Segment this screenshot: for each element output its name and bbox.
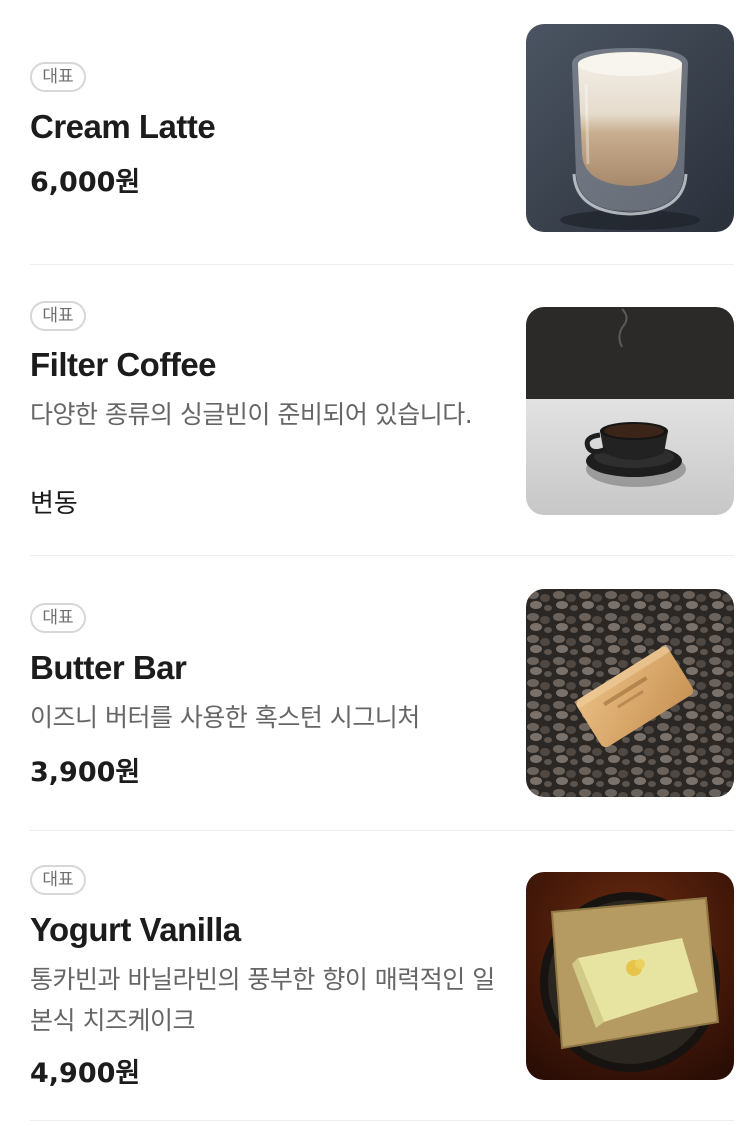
butter-bar-image [526, 589, 734, 797]
menu-item-filter-coffee[interactable]: 대표 Filter Coffee 다양한 종류의 싱글빈이 준비되어 있습니다.… [30, 265, 734, 556]
menu-item-butter-bar[interactable]: 대표 Butter Bar 이즈니 버터를 사용한 혹스턴 시그니처 3,900… [30, 556, 734, 831]
menu-item-description: 이즈니 버터를 사용한 혹스턴 시그니처 [30, 703, 420, 732]
menu-item-name: Yogurt Vanilla [30, 911, 241, 948]
cream-latte-image [526, 24, 734, 232]
menu-item-image [526, 307, 734, 515]
menu-item-price: 변동 [30, 489, 78, 519]
signature-badge: 대표 [30, 865, 86, 895]
menu-list: 대표 Cream Latte 6,000원 대표 Filter Coffee 다… [0, 0, 754, 1126]
menu-item-name: Filter Coffee [30, 346, 217, 383]
yogurt-vanilla-image [526, 872, 734, 1080]
signature-badge: 대표 [30, 62, 86, 92]
menu-item-image [526, 24, 734, 232]
menu-item-price: 6,000원 [30, 167, 141, 198]
menu-item-yogurt-vanilla[interactable]: 대표 Yogurt Vanilla 통카빈과 바닐라빈의 풍부한 향이 매력적인… [30, 831, 734, 1121]
filter-coffee-image [526, 307, 734, 515]
menu-item-image [526, 872, 734, 1080]
menu-item-price: 4,900원 [30, 1058, 141, 1089]
menu-item-description: 통카빈과 바닐라빈의 풍부한 향이 매력적인 일본식 치즈케이크 [30, 965, 495, 1035]
menu-item-image [526, 589, 734, 797]
menu-item-name: Cream Latte [30, 108, 216, 145]
signature-badge: 대표 [30, 301, 86, 331]
menu-item-name: Butter Bar [30, 649, 187, 686]
signature-badge: 대표 [30, 603, 86, 633]
menu-item-description: 다양한 종류의 싱글빈이 준비되어 있습니다. [30, 400, 473, 429]
menu-item-cream-latte[interactable]: 대표 Cream Latte 6,000원 [30, 0, 734, 265]
menu-item-price: 3,900원 [30, 757, 141, 788]
